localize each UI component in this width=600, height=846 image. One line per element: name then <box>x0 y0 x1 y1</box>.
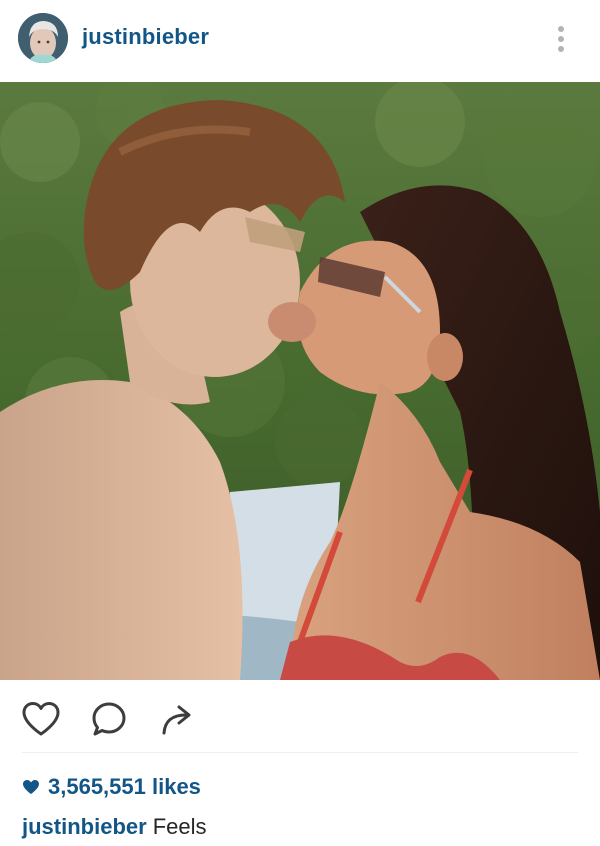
heart-outline-icon <box>22 702 60 736</box>
likes-count[interactable]: 3,565,551 likes <box>22 772 201 802</box>
heart-filled-icon <box>22 779 40 795</box>
caption-username[interactable]: justinbieber <box>22 814 147 839</box>
avatar[interactable] <box>18 13 68 63</box>
more-options-button[interactable] <box>544 20 578 58</box>
share-arrow-icon <box>162 705 191 735</box>
caption-text: Feels <box>152 814 207 839</box>
divider <box>22 752 578 753</box>
post-photo-image <box>0 82 600 680</box>
like-button[interactable] <box>18 696 64 742</box>
post-header: justinbieber <box>0 0 600 80</box>
caption: justinbieber Feels <box>22 814 206 840</box>
header-username[interactable]: justinbieber <box>82 24 209 50</box>
likes-text: 3,565,551 likes <box>48 774 201 799</box>
more-vertical-icon <box>558 26 564 52</box>
comment-bubble-icon <box>92 702 126 736</box>
comment-button[interactable] <box>86 696 132 742</box>
avatar-image <box>18 13 68 63</box>
action-bar <box>0 688 600 750</box>
share-button[interactable] <box>154 696 200 742</box>
post-photo[interactable] <box>0 82 600 680</box>
